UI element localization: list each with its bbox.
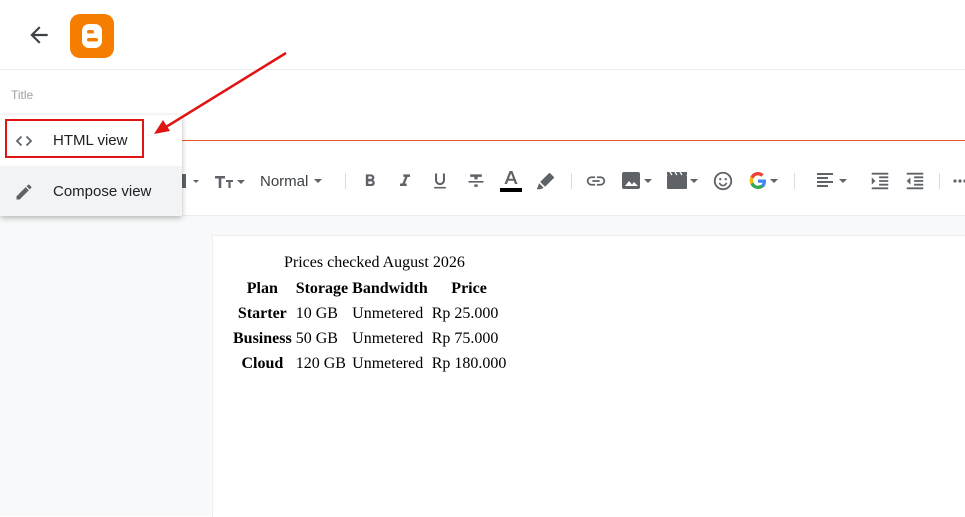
- highlight-icon: [536, 172, 555, 190]
- bold-icon: [365, 174, 375, 186]
- more-button[interactable]: [952, 169, 965, 193]
- google-icon: [749, 172, 778, 189]
- paragraph-style-dropdown[interactable]: Normal: [260, 169, 325, 193]
- more-icon: [953, 179, 965, 183]
- emoji-icon: [713, 171, 733, 191]
- emoji-button[interactable]: [712, 169, 734, 193]
- heading-icon: [180, 174, 199, 188]
- text-size-button[interactable]: [213, 169, 247, 193]
- link-icon: [586, 176, 606, 186]
- column-header: Bandwidth: [352, 280, 428, 297]
- outdent-button[interactable]: [904, 169, 926, 193]
- back-button[interactable]: [26, 22, 52, 48]
- paragraph-style-label: Normal: [260, 172, 309, 190]
- price-cell: Rp 75.000: [431, 330, 499, 347]
- blogger-icon: [70, 14, 114, 58]
- blogger-logo[interactable]: [70, 14, 114, 58]
- underline-icon: [434, 173, 446, 189]
- table-row: Cloud 120 GB Unmetered Rp 180.000: [232, 352, 507, 375]
- google-search-button[interactable]: [747, 169, 781, 193]
- table-caption: Prices checked August 2026: [284, 254, 465, 271]
- arrow-left-icon: [30, 26, 48, 44]
- text-color-button[interactable]: [500, 169, 522, 193]
- toolbar-divider: [345, 173, 346, 189]
- caret-down-icon: [314, 179, 323, 183]
- text-size-icon: [215, 176, 245, 188]
- storage-cell: 10 GB: [295, 305, 338, 322]
- indent-button[interactable]: [869, 169, 891, 193]
- price-cell: Rp 180.000: [431, 355, 507, 372]
- column-header: Storage: [295, 280, 349, 297]
- table-row: Starter 10 GB Unmetered Rp 25.000: [232, 302, 507, 325]
- table-header-row: Plan Storage Bandwidth Price: [232, 277, 507, 300]
- pricing-table: Plan Storage Bandwidth Price Starter 10 …: [230, 275, 509, 377]
- compose-view-label: Compose view: [53, 183, 152, 200]
- strikethrough-button[interactable]: [466, 169, 486, 193]
- video-icon: [667, 171, 698, 189]
- underline-button[interactable]: [430, 169, 450, 193]
- video-button[interactable]: [666, 169, 700, 193]
- price-cell: Rp 25.000: [431, 305, 499, 322]
- table-row: Business 50 GB Unmetered Rp 75.000: [232, 327, 507, 350]
- plan-cell: Starter: [237, 305, 287, 322]
- indent-icon: [871, 172, 889, 190]
- link-button[interactable]: [585, 169, 607, 193]
- plan-cell: Cloud: [241, 355, 284, 372]
- bandwidth-cell: Unmetered: [352, 330, 424, 347]
- annotation-arrow-icon: [154, 51, 287, 134]
- italic-button[interactable]: [395, 169, 415, 193]
- storage-cell: 120 GB: [295, 355, 346, 372]
- column-header: Price: [451, 280, 487, 297]
- image-button[interactable]: [621, 169, 655, 193]
- title-placeholder: Title: [11, 88, 34, 102]
- toolbar-divider: [794, 173, 795, 189]
- image-icon: [622, 172, 652, 189]
- column-header: Plan: [246, 280, 278, 297]
- toolbar-divider: [939, 173, 940, 189]
- align-left-icon: [817, 173, 847, 187]
- compose-view-option[interactable]: Compose view: [0, 166, 182, 216]
- bold-button[interactable]: [360, 169, 380, 193]
- annotation-highlight-box: [5, 119, 144, 158]
- italic-icon: [400, 174, 410, 186]
- align-button[interactable]: [815, 169, 849, 193]
- outdent-icon: [906, 172, 924, 190]
- toolbar-divider: [571, 173, 572, 189]
- bandwidth-cell: Unmetered: [352, 355, 424, 372]
- plan-cell: Business: [233, 330, 292, 347]
- pencil-icon: [16, 184, 32, 200]
- bandwidth-cell: Unmetered: [352, 305, 424, 322]
- app-header: [0, 0, 965, 70]
- storage-cell: 50 GB: [295, 330, 338, 347]
- text-color-icon: [500, 171, 522, 192]
- highlight-button[interactable]: [535, 169, 557, 193]
- heading-button[interactable]: [180, 169, 200, 193]
- strikethrough-icon: [468, 174, 484, 187]
